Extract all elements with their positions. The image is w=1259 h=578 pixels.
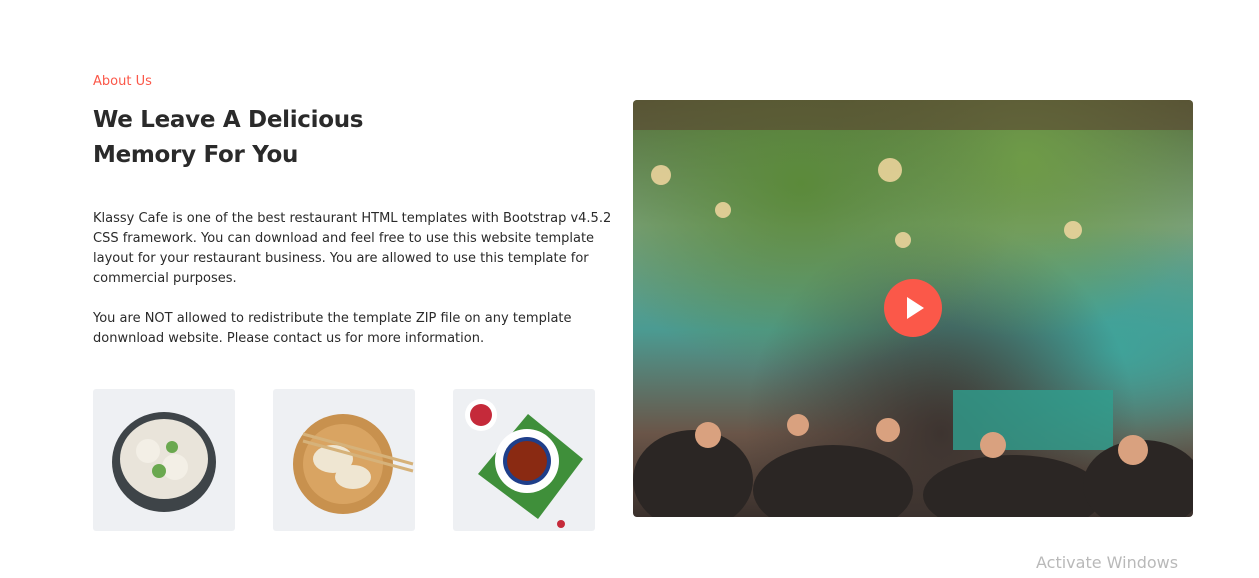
play-video-button[interactable] xyxy=(884,279,942,337)
activate-windows-watermark: Activate Windows xyxy=(1036,553,1179,572)
section-title: We Leave A Delicious Memory For You xyxy=(93,103,363,173)
tea-cup-image xyxy=(453,389,595,531)
section-eyebrow: About Us xyxy=(93,74,152,89)
title-line-2: Memory For You xyxy=(93,142,299,168)
about-paragraph-1: Klassy Cafe is one of the best restauran… xyxy=(93,211,612,286)
title-line-1: We Leave A Delicious xyxy=(93,107,364,133)
about-paragraph-2: You are NOT allowed to redistribute the … xyxy=(93,311,572,346)
dumplings-plate-image xyxy=(273,389,415,531)
dumplings-bowl-image xyxy=(93,389,235,531)
